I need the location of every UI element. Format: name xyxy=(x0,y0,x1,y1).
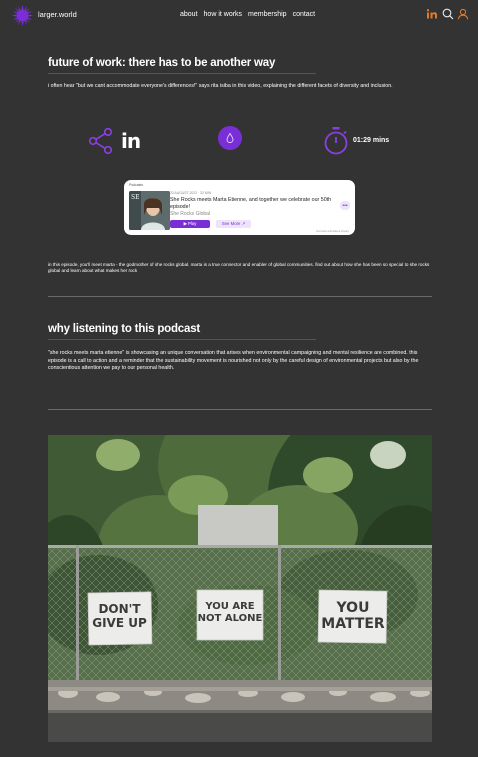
site-header: larger.world about how it works membersh… xyxy=(0,0,478,30)
sign-text-3: YOU MATTER xyxy=(319,600,387,632)
podcast-see-more-button[interactable]: See More ↗ xyxy=(216,220,251,228)
episode-section: future of work: there has to be another … xyxy=(48,57,432,91)
sign-text-1: DON'T GIVE UP xyxy=(88,602,151,630)
title-underline xyxy=(48,73,316,74)
why-section: why listening to this podcast "she rocks… xyxy=(48,323,432,373)
episode-title: future of work: there has to be another … xyxy=(48,57,276,69)
sign-text-1-line-1: DON'T xyxy=(98,602,141,616)
sign-text-2: YOU ARE NOT ALONE xyxy=(197,601,263,625)
share-icon[interactable] xyxy=(88,127,114,155)
title-underline xyxy=(48,339,316,340)
podcast-date: 23 AUGUST 2022 · 32 MIN xyxy=(170,191,212,195)
why-body: "she rocks meets marta etienne" is showc… xyxy=(48,350,419,371)
play-episode-button[interactable] xyxy=(218,126,242,150)
fence-signs-illustration xyxy=(48,435,432,742)
search-icon[interactable] xyxy=(442,8,454,20)
podcast-cover-art: SE xyxy=(129,191,170,230)
logo-text[interactable]: larger.world xyxy=(38,10,77,19)
divider xyxy=(48,409,432,410)
cover-text: SE xyxy=(131,194,140,201)
nav-about[interactable]: about xyxy=(180,11,198,18)
linkedin-share-icon[interactable]: in xyxy=(121,129,141,153)
fence-signs-photo: DON'T GIVE UP YOU ARE NOT ALONE YOU MATT… xyxy=(48,435,432,742)
podcast-episode-title[interactable]: She Rocks meets Marta Etienne, and toget… xyxy=(170,197,340,210)
episode-intro: i often hear "but we cant accommodate ev… xyxy=(48,83,393,89)
episode-description: in this episode, you'll meet marta - the… xyxy=(48,262,430,273)
sign-text-1-line-2: GIVE UP xyxy=(92,616,147,630)
sunburst-logo-icon[interactable] xyxy=(12,5,33,26)
podcast-privacy-link[interactable]: Overview and data & privacy xyxy=(316,230,349,233)
more-options-icon[interactable]: ••• xyxy=(340,201,350,210)
linkedin-icon[interactable] xyxy=(426,8,438,20)
stopwatch-icon xyxy=(324,127,348,155)
sign-text-3-line-2: MATTER xyxy=(321,616,385,632)
nav-membership[interactable]: membership xyxy=(248,11,287,18)
podcast-play-button[interactable]: ▶ Play xyxy=(170,220,210,228)
podcast-show-name[interactable]: She Rocks Global xyxy=(170,211,210,217)
podcast-embed-card[interactable]: Podcasts SE 23 AUGUST 2022 · 32 MIN She … xyxy=(124,180,355,235)
divider xyxy=(48,296,432,297)
sign-text-2-line-1: YOU ARE xyxy=(205,601,255,612)
main-nav: about how it works membership contact xyxy=(180,11,315,18)
sign-text-3-line-1: YOU xyxy=(336,600,370,616)
podcasts-brand: Podcasts xyxy=(129,183,143,187)
user-icon[interactable] xyxy=(457,8,469,20)
episode-duration: 01:29 mins xyxy=(353,137,390,144)
nav-how-it-works[interactable]: how it works xyxy=(204,11,243,18)
nav-contact[interactable]: contact xyxy=(293,11,316,18)
sign-text-2-line-2: NOT ALONE xyxy=(197,613,263,624)
podcasts-brand-label: Podcasts xyxy=(129,183,143,187)
drop-icon xyxy=(226,132,234,143)
why-title: why listening to this podcast xyxy=(48,323,201,335)
